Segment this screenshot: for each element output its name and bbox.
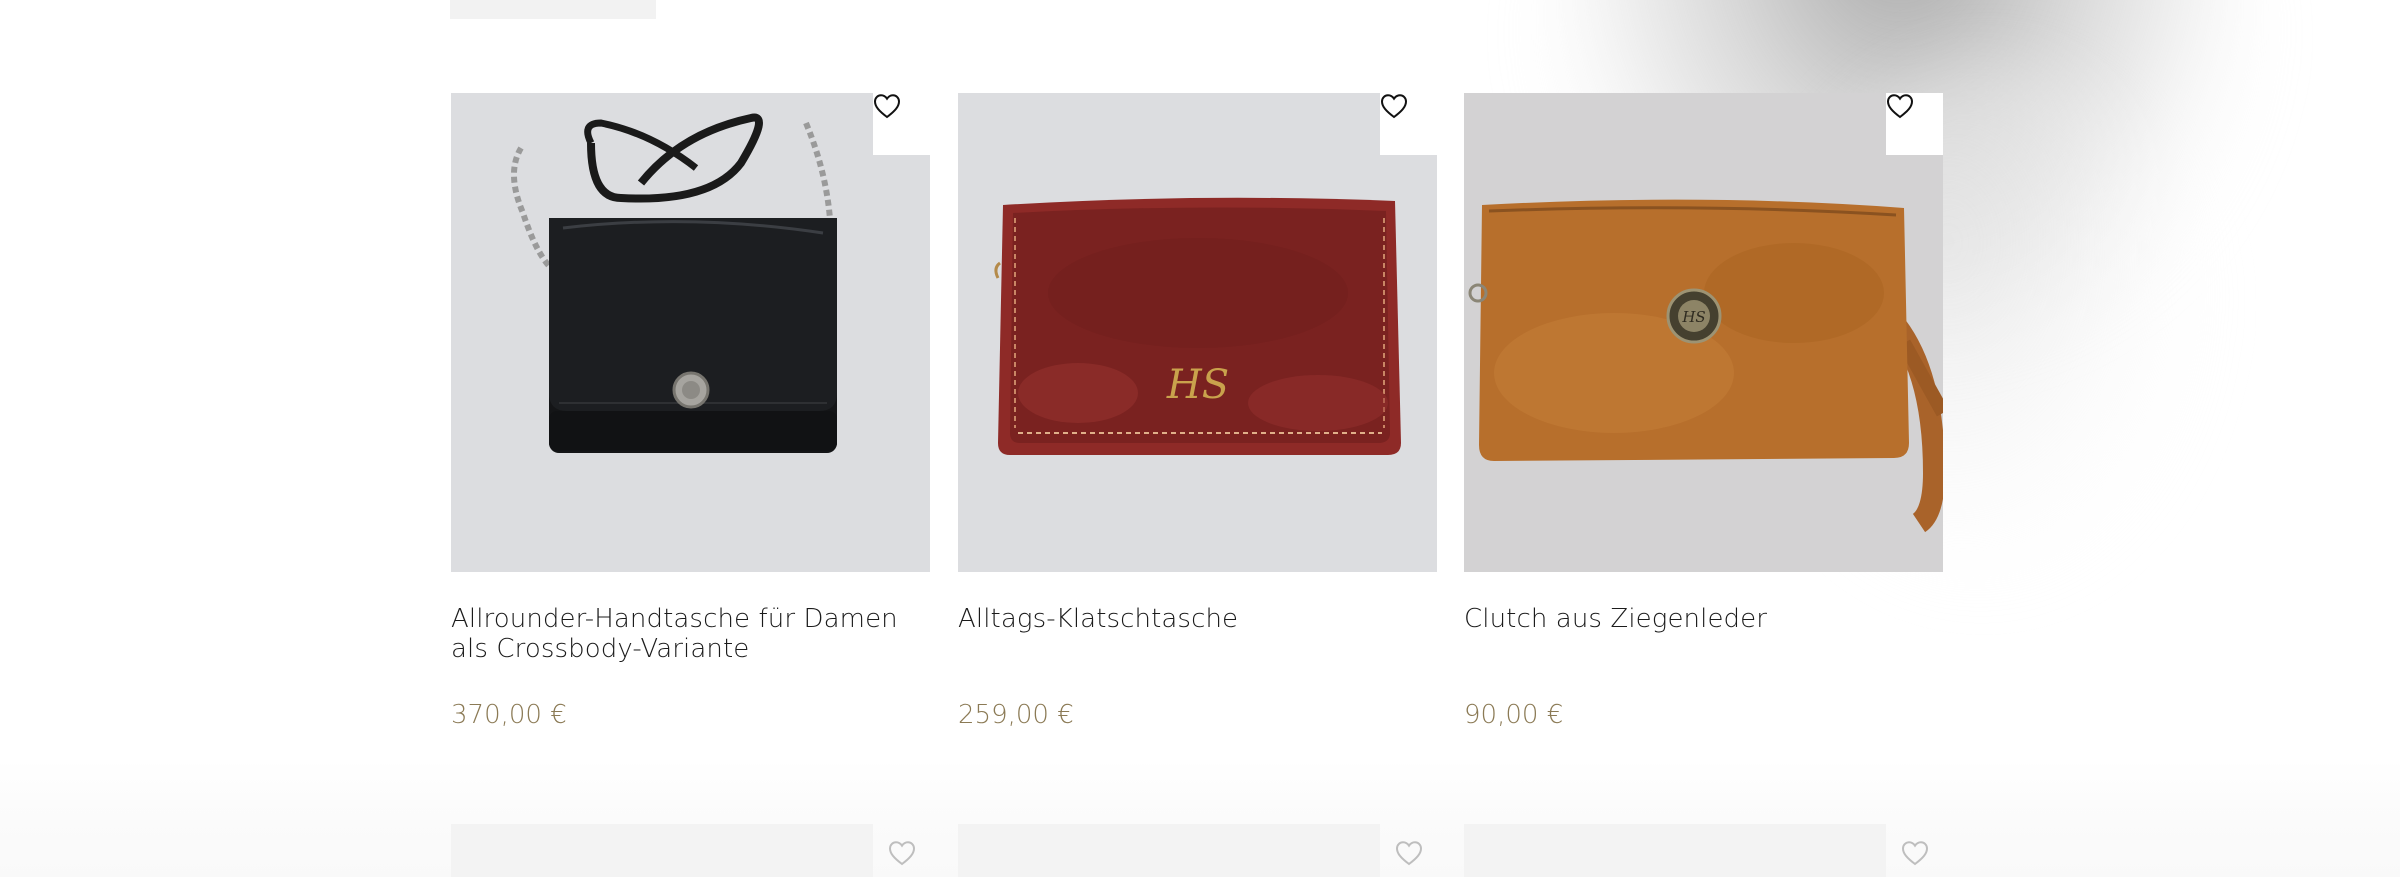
product-price: 259,00 € bbox=[958, 700, 1074, 730]
wishlist-button[interactable] bbox=[1380, 93, 1437, 155]
wishlist-button[interactable] bbox=[1886, 824, 1943, 877]
product-title[interactable]: Allrounder-Handtasche für Damen als Cros… bbox=[451, 604, 930, 680]
product-image[interactable]: HS bbox=[1464, 93, 1943, 572]
product-title[interactable]: Clutch aus Ziegenleder bbox=[1464, 604, 1943, 680]
product-image-placeholder[interactable] bbox=[958, 824, 1380, 877]
product-card[interactable]: HS Alltags-Klatschtasche 259,00 € bbox=[958, 93, 1437, 730]
product-card[interactable]: Allrounder-Handtasche für Damen als Cros… bbox=[451, 93, 930, 730]
svg-text:HS: HS bbox=[1166, 362, 1229, 408]
product-image-placeholder[interactable] bbox=[451, 824, 873, 877]
product-card-next-row[interactable] bbox=[451, 824, 930, 877]
heart-outline-icon bbox=[873, 94, 901, 119]
product-image[interactable] bbox=[451, 93, 930, 572]
brown-clutch-image: HS bbox=[1468, 199, 1943, 533]
wishlist-button[interactable] bbox=[1380, 824, 1437, 877]
product-title[interactable]: Alltags-Klatschtasche bbox=[958, 604, 1437, 680]
wishlist-button[interactable] bbox=[873, 824, 930, 877]
wishlist-button[interactable] bbox=[1886, 93, 1943, 155]
product-image-placeholder[interactable] bbox=[1464, 824, 1886, 877]
product-image[interactable]: HS bbox=[958, 93, 1437, 572]
product-price: 90,00 € bbox=[1464, 700, 1564, 730]
heart-outline-icon bbox=[1886, 94, 1914, 119]
product-listing-page: Allrounder-Handtasche für Damen als Cros… bbox=[0, 0, 2400, 877]
heart-outline-icon bbox=[1395, 841, 1422, 866]
heart-outline-icon bbox=[1380, 94, 1408, 119]
heart-outline-icon bbox=[888, 841, 915, 866]
wishlist-button[interactable] bbox=[873, 93, 930, 155]
product-price: 370,00 € bbox=[451, 700, 567, 730]
product-card-next-row[interactable] bbox=[1464, 824, 1943, 877]
previous-row-image-edge bbox=[450, 0, 656, 19]
svg-text:HS: HS bbox=[1681, 308, 1705, 326]
product-card[interactable]: HS Clutch aus Ziegenleder 90,00 € bbox=[1464, 93, 1943, 730]
red-clutch-image: HS bbox=[994, 197, 1401, 456]
product-card-next-row[interactable] bbox=[958, 824, 1437, 877]
heart-outline-icon bbox=[1901, 841, 1928, 866]
black-handbag-image bbox=[510, 113, 837, 453]
